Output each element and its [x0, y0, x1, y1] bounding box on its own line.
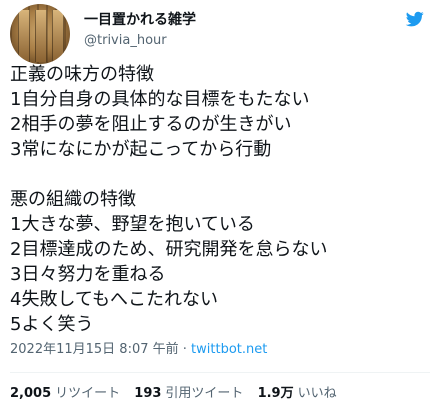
tweet-line: 3日々努力を重ねる [10, 264, 166, 285]
likes-stat[interactable]: 1.9万 いいね [258, 385, 337, 403]
tweet-line: 2目標達成のため、研究開発を怠らない [10, 239, 328, 260]
tweet-source-link[interactable]: twittbot.net [191, 342, 267, 357]
quotes-label: 引用ツイート [165, 386, 244, 401]
tweet-line: 1自分自身の具体的な目標をもたない [10, 89, 310, 110]
likes-count: 1.9万 [257, 386, 294, 401]
tweet-line: 5よく笑う [10, 314, 94, 335]
quotes-stat[interactable]: 193 引用ツイート [134, 385, 243, 403]
tweet-line: 3常になにかが起こってから行動 [10, 139, 272, 160]
retweets-stat[interactable]: 2,005 リツイート [10, 385, 120, 403]
tweet-line: 正義の味方の特徴 [10, 64, 154, 85]
tweet-line: 2相手の夢を阻止するのが生きがい [10, 114, 292, 135]
author-handle[interactable]: @trivia_hour [84, 32, 167, 50]
twitter-bird-icon[interactable] [404, 10, 426, 28]
meta-separator: · [178, 342, 192, 357]
avatar[interactable] [10, 4, 70, 64]
likes-label: いいね [297, 386, 337, 401]
divider [10, 372, 430, 373]
quotes-count: 193 [134, 386, 162, 401]
tweet-line: 悪の組織の特徴 [10, 189, 136, 210]
tweet-line: 4失敗してもへこたれない [10, 289, 219, 310]
tweet-timestamp[interactable]: 2022年11月15日 8:07 午前 [10, 342, 179, 357]
tweet-line: 1大きな夢、野望を抱いている [10, 214, 255, 235]
retweets-count: 2,005 [10, 386, 52, 401]
tweet-text: 正義の味方の特徴 1自分自身の具体的な目標をもたない 2相手の夢を阻止するのが生… [10, 62, 435, 337]
retweets-label: リツイート [55, 386, 121, 401]
tweet-stats: 2,005 リツイート 193 引用ツイート 1.9万 いいね [10, 385, 347, 403]
tweet-meta: 2022年11月15日 8:07 午前 · twittbot.net [10, 341, 267, 359]
author-display-name[interactable]: 一目置かれる雑学 [84, 11, 196, 29]
